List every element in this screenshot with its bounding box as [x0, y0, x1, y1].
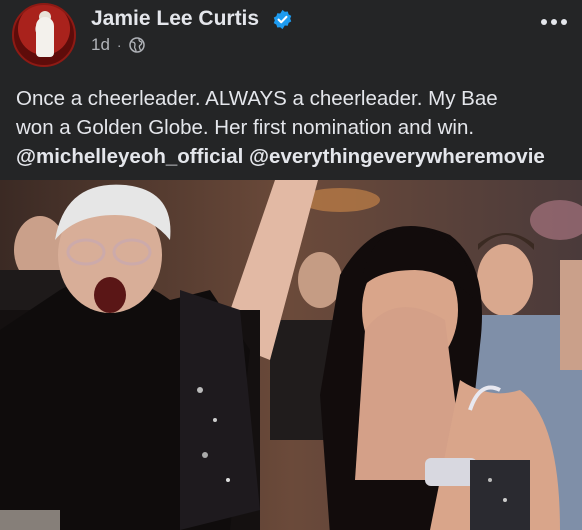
- author-avatar[interactable]: [12, 3, 76, 67]
- caption-line: won a Golden Globe. Her first nomination…: [16, 116, 475, 139]
- post-header: Jamie Lee Curtis 1d ·: [0, 0, 582, 76]
- post-photo[interactable]: [0, 180, 582, 530]
- caption-line: Once a cheerleader. ALWAYS a cheerleader…: [16, 87, 498, 110]
- globe-icon[interactable]: [128, 37, 145, 53]
- post-timestamp[interactable]: 1d: [91, 35, 110, 55]
- author-name[interactable]: Jamie Lee Curtis: [91, 7, 259, 31]
- avatar-figure: [36, 17, 54, 57]
- meta-separator: ·: [116, 37, 122, 53]
- verified-badge-icon: [273, 9, 292, 30]
- caption-mentions: @michelleyeoh_official @everythingeveryw…: [16, 142, 572, 171]
- mention-link-michelleyeoh[interactable]: @michelleyeoh_official: [16, 145, 243, 168]
- post-meta: 1d ·: [91, 35, 145, 55]
- post-caption: Once a cheerleader. ALWAYS a cheerleader…: [16, 84, 572, 171]
- mention-link-everythingeverywhere[interactable]: @everythingeverywheremovie: [249, 145, 545, 168]
- photo-illustration: [0, 180, 582, 530]
- more-options-icon[interactable]: [538, 12, 570, 32]
